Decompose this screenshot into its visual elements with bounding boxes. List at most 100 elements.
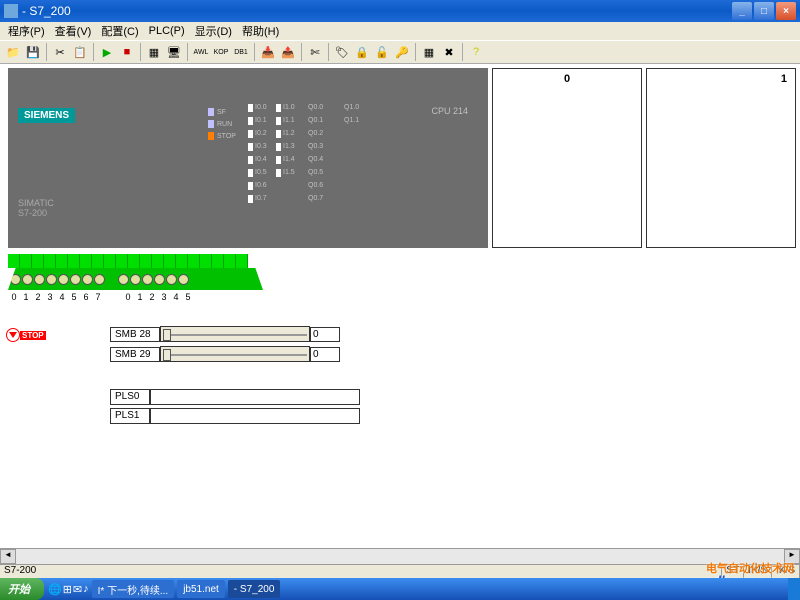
smb29-label: SMB 29 xyxy=(110,347,160,362)
led-label: RUN xyxy=(217,121,232,128)
simatic-label: SIMATIC S7-200 xyxy=(18,198,54,218)
smb29-slider[interactable] xyxy=(160,346,310,362)
separator xyxy=(462,43,463,61)
terminal-screws xyxy=(8,268,263,290)
save-icon[interactable]: 💾 xyxy=(24,43,42,61)
pls0-label: PLS0 xyxy=(110,389,150,405)
ql-icon[interactable]: 🌐 xyxy=(48,583,62,596)
pls1-label: PLS1 xyxy=(110,408,150,424)
panel-0: 0 xyxy=(492,68,642,248)
taskbar-item-active[interactable]: - S7_200 xyxy=(228,580,281,598)
cut-icon[interactable]: ✂ xyxy=(51,43,69,61)
led-sf xyxy=(208,108,214,116)
kop-button[interactable]: KOP xyxy=(212,43,230,61)
taskbar-item[interactable]: I* 下一秒,待续... xyxy=(92,580,175,598)
panel-0-header: 0 xyxy=(493,69,641,89)
menu-display[interactable]: 显示(D) xyxy=(191,23,236,39)
smb28-value: 0 xyxy=(310,327,340,342)
cpu-label: CPU 214 xyxy=(431,106,468,116)
separator xyxy=(93,43,94,61)
smb28-label: SMB 28 xyxy=(110,327,160,342)
app-icon xyxy=(4,4,18,18)
separator xyxy=(140,43,141,61)
io-col-q1: Q1.0Q1.1 xyxy=(344,104,359,128)
panel-1: 1 xyxy=(646,68,796,248)
slider-thumb[interactable] xyxy=(163,349,171,361)
monitor-icon[interactable]: 🖥 xyxy=(165,43,183,61)
pls0-row: PLS0 xyxy=(110,389,360,405)
copy-icon[interactable]: 📋 xyxy=(71,43,89,61)
menubar: 程序(P) 查看(V) 配置(C) PLC(P) 显示(D) 帮助(H) xyxy=(0,22,800,40)
separator xyxy=(254,43,255,61)
status-left: S7-200 xyxy=(0,565,722,578)
tool-icon[interactable]: 📥 xyxy=(259,43,277,61)
stop-icon[interactable]: ■ xyxy=(118,43,136,61)
taskbar-item[interactable]: jb51.net xyxy=(177,580,225,598)
menu-help[interactable]: 帮助(H) xyxy=(238,23,283,39)
menu-plc[interactable]: PLC(P) xyxy=(145,25,189,37)
separator xyxy=(415,43,416,61)
start-button[interactable]: 开始 xyxy=(0,578,44,600)
unlock-icon[interactable]: 🔓 xyxy=(373,43,391,61)
toolbar: 📁 💾 ✂ 📋 ▶ ■ ▦ 🖥 AWL KOP DB1 📥 📤 ✄ 🏷 🔒 🔓 … xyxy=(0,40,800,64)
menu-program[interactable]: 程序(P) xyxy=(4,23,49,39)
led-stop xyxy=(208,132,214,140)
pls1-field[interactable] xyxy=(150,408,360,424)
io-col-q0: Q0.0Q0.1Q0.2Q0.3Q0.4Q0.5Q0.6Q0.7 xyxy=(308,104,323,206)
scroll-left-button[interactable]: ◄ xyxy=(0,549,16,564)
led-label: SF xyxy=(217,109,226,116)
awl-button[interactable]: AWL xyxy=(192,43,210,61)
smb29-value: 0 xyxy=(310,347,340,362)
start-label: 开始 xyxy=(8,581,30,597)
tool-icon[interactable]: ✖ xyxy=(440,43,458,61)
help-icon[interactable]: ? xyxy=(467,43,485,61)
ql-icon[interactable]: ⊞ xyxy=(63,583,72,596)
separator xyxy=(301,43,302,61)
ql-icon[interactable]: ♪ xyxy=(83,583,89,596)
window-title: - S7_200 xyxy=(22,4,730,18)
tag-icon[interactable]: 🏷 xyxy=(333,43,351,61)
pls0-field[interactable] xyxy=(150,389,360,405)
system-tray[interactable] xyxy=(788,578,800,600)
simatic-text: SIMATIC xyxy=(18,198,54,208)
smb29-row: SMB 29 0 xyxy=(110,346,340,362)
task-label: I* 下一秒,待续... xyxy=(98,582,169,597)
grid-icon[interactable]: ▦ xyxy=(420,43,438,61)
plc-module: SIEMENS SIMATIC S7-200 CPU 214 SF RUN ST… xyxy=(8,68,488,248)
minimize-button[interactable]: _ xyxy=(732,2,752,20)
scissors-icon[interactable]: ✄ xyxy=(306,43,324,61)
slider-thumb[interactable] xyxy=(163,329,171,341)
task-label: jb51.net xyxy=(183,584,219,595)
separator xyxy=(328,43,329,61)
stop-button[interactable]: STOP xyxy=(6,328,46,342)
io-col-i1: I1.0I1.1I1.2I1.3I1.4I1.5 xyxy=(276,104,295,180)
tool-icon[interactable]: ▦ xyxy=(145,43,163,61)
horizontal-scrollbar[interactable]: ◄ ► xyxy=(0,548,800,564)
menu-view[interactable]: 查看(V) xyxy=(51,23,96,39)
lock-icon[interactable]: 🔒 xyxy=(353,43,371,61)
separator xyxy=(187,43,188,61)
menu-config[interactable]: 配置(C) xyxy=(97,23,142,39)
windows-taskbar: 开始 🌐 ⊞ ✉ ♪ I* 下一秒,待续... jb51.net - S7_20… xyxy=(0,578,800,600)
tool-icon[interactable]: 📤 xyxy=(279,43,297,61)
client-area: SIEMENS SIMATIC S7-200 CPU 214 SF RUN ST… xyxy=(0,64,800,564)
smb28-slider[interactable] xyxy=(160,326,310,342)
key-icon[interactable]: 🔑 xyxy=(393,43,411,61)
ql-icon[interactable]: ✉ xyxy=(73,583,82,596)
open-icon[interactable]: 📁 xyxy=(4,43,22,61)
separator xyxy=(46,43,47,61)
led-run xyxy=(208,120,214,128)
stop-label: STOP xyxy=(20,331,46,340)
task-label: - S7_200 xyxy=(234,584,275,595)
panel-1-header: 1 xyxy=(647,69,795,89)
run-icon[interactable]: ▶ xyxy=(98,43,116,61)
quick-launch: 🌐 ⊞ ✉ ♪ xyxy=(48,583,89,596)
terminal-block: 01234567012345 xyxy=(8,254,263,302)
db1-button[interactable]: DB1 xyxy=(232,43,250,61)
scroll-track[interactable] xyxy=(16,549,784,564)
stop-circle-icon xyxy=(6,328,20,342)
model-text: S7-200 xyxy=(18,208,54,218)
window-titlebar: - S7_200 _ □ × xyxy=(0,0,800,22)
maximize-button[interactable]: □ xyxy=(754,2,774,20)
close-button[interactable]: × xyxy=(776,2,796,20)
